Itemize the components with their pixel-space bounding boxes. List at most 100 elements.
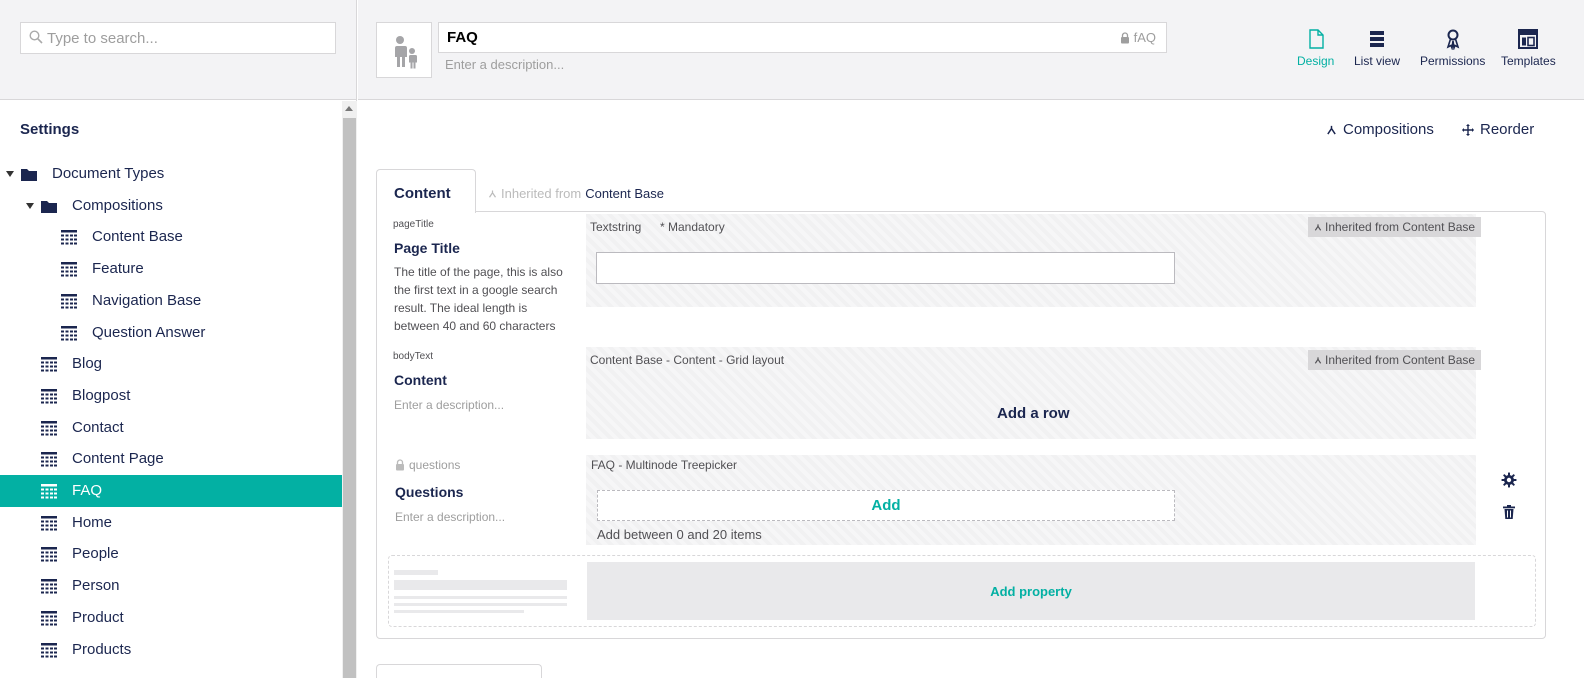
editor-type: Content Base - Content - Grid layout [590,353,785,367]
doctype-grid-icon [41,515,57,531]
tree-item[interactable]: Question Answer [0,317,342,349]
tree-item-label: Navigation Base [92,291,202,309]
doctype-grid-icon [41,452,57,467]
tree-item-label: FAQ [72,482,103,499]
property-label[interactable]: Page Title [394,240,460,256]
alias-field[interactable]: fAQ [1120,30,1156,45]
tree-item[interactable]: People [0,538,342,570]
tree-item[interactable]: Compositions [0,190,342,222]
lock-icon[interactable] [395,459,405,471]
tree-item[interactable]: Person [0,570,342,602]
doctype-name-field[interactable]: FAQ fAQ [438,22,1167,53]
property-description: Enter a description... [395,510,506,524]
property-label[interactable]: Content [394,372,447,388]
tree-item-label: Blogpost [72,386,131,404]
doctype-grid-icon [61,230,77,245]
tree-item-label: Blog [72,355,103,373]
tab-list-view-label: List view [1354,54,1401,68]
tree-item[interactable]: Contact [0,412,342,444]
search-icon [29,30,43,44]
tab-templates[interactable]: Templates [1501,28,1556,68]
tree-item[interactable]: Products [0,634,342,666]
tab-design[interactable]: Design [1297,28,1334,68]
add-node-button[interactable]: Add [597,490,1175,521]
property-label[interactable]: Questions [395,484,463,500]
tree-item-label: Content Page [72,450,164,468]
tree-item[interactable]: FAQ [0,475,342,507]
editor-main: Compositions Reorder Content Inherited f… [358,101,1584,678]
page-title-textbox[interactable] [596,252,1175,284]
tab-templates-label: Templates [1501,54,1556,68]
compositions-icon [489,190,496,198]
tab-list-view[interactable]: List view [1354,28,1400,68]
mandatory-label: * Mandatory [660,220,725,234]
tree-item[interactable]: Product [0,602,342,634]
caret-down-icon[interactable] [6,171,14,177]
tree-item[interactable]: Document Types [0,158,342,190]
next-group-tab[interactable] [376,664,542,678]
permissions-icon [1446,29,1459,50]
property-alias-row: questions [395,458,460,472]
doctype-grid-icon [61,293,77,309]
scroll-up-arrow-icon[interactable] [345,106,353,111]
doctype-grid-icon [41,484,57,499]
tree-item[interactable]: Content Base [0,221,342,253]
sidebar-search-area [0,0,356,100]
inherited-badge: Inherited from Content Base [1308,217,1482,237]
lock-icon[interactable] [1120,31,1130,44]
list-icon [1370,31,1384,47]
placeholder-bar [394,596,567,599]
add-node-label: Add [871,497,901,514]
tree-item[interactable]: Home [0,507,342,539]
doctype-grid-icon [41,357,57,372]
move-icon [1462,123,1474,136]
tab-permissions[interactable]: Permissions [1420,28,1485,68]
folder-icon [41,200,57,213]
tree-item-label: Product [72,608,124,626]
tree-item[interactable]: Navigation Base [0,285,342,317]
reorder-button[interactable]: Reorder [1462,121,1534,138]
sidebar-scrollbar[interactable] [342,101,357,678]
property-alias: pageTitle [393,219,434,230]
placeholder-bar [394,610,524,613]
property-alias: questions [409,458,461,472]
tree-item-label: People [72,545,119,563]
compositions-button[interactable]: Compositions [1326,121,1434,138]
doctype-icon-picker[interactable] [376,22,432,78]
compositions-icon [1314,357,1322,364]
add-row-label: Add a row [997,405,1070,422]
property-alias: bodyText [393,351,434,362]
document-icon [1308,29,1324,49]
add-property-label: Add property [990,583,1072,599]
doctype-grid-icon [41,610,57,626]
inherited-badge-text: Inherited from Content Base [1325,353,1476,367]
caret-down-icon[interactable] [26,202,34,209]
tree-item-label: Contact [72,418,124,436]
doctype-grid-icon [41,579,57,594]
settings-gear-icon[interactable] [1501,472,1517,488]
add-property-area: Add property [388,555,1536,627]
tree-item-label: Products [72,640,132,658]
search-box[interactable] [20,22,336,54]
add-property-button[interactable]: Add property [587,562,1475,620]
tree-item-label: Feature [92,260,144,278]
tab-content-label: Content [394,185,451,202]
inherited-prefix: Inherited from [501,186,582,201]
section-title: Settings [20,121,80,138]
inherited-badge-text: Inherited from Content Base [1325,220,1476,234]
reorder-label: Reorder [1480,121,1535,138]
search-input[interactable] [21,23,335,53]
inherited-source: Content Base [585,186,664,201]
editor-type: FAQ - Multinode Treepicker [591,458,738,472]
description-field[interactable]: Enter a description... [445,57,564,72]
property-description: The title of the page, this is also the … [394,265,563,333]
scrollbar-thumb[interactable] [343,118,356,678]
tree-item[interactable]: Feature [0,253,342,285]
tab-content[interactable]: Content [376,169,476,213]
tree-item[interactable]: Blogpost [0,380,342,412]
tree-item[interactable]: Content Page [0,443,342,475]
doctype-grid-icon [41,547,57,562]
tree-item[interactable]: Blog [0,348,342,380]
doctype-grid-icon [61,325,77,340]
delete-trash-icon[interactable] [1501,504,1517,520]
